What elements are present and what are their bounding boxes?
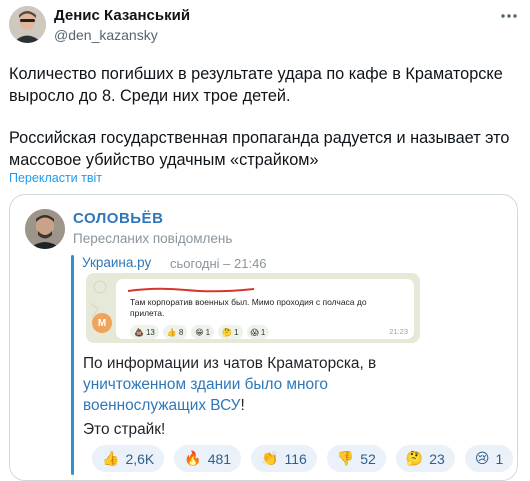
crying-face-icon: 😢 bbox=[474, 450, 490, 466]
reaction-fire: 🔥 481 bbox=[174, 445, 242, 472]
embedded-reaction: 😱 1 bbox=[246, 325, 270, 339]
translate-tweet-link[interactable]: Перекласти твіт bbox=[9, 171, 102, 185]
embedded-reaction: 👍 8 bbox=[162, 325, 188, 339]
author-handle[interactable]: @den_kazansky bbox=[54, 27, 158, 43]
thinking-face-icon: 🤔 bbox=[405, 450, 424, 466]
embedded-screenshot: Там корпоратив военных был. Мимо проходи… bbox=[86, 273, 420, 343]
embedded-reaction: 💩 13 bbox=[130, 325, 159, 339]
embedded-message-bubble: Там корпоратив военных был. Мимо проходи… bbox=[116, 279, 414, 339]
more-horizontal-icon bbox=[501, 14, 517, 18]
embedded-message-text: Там корпоратив военных был. Мимо проходи… bbox=[130, 297, 367, 318]
channel-message-line-2: Это страйк! bbox=[83, 421, 166, 438]
channel-avatar bbox=[25, 209, 65, 249]
channel-name: СОЛОВЬЁВ bbox=[73, 210, 164, 227]
forwarded-label: Пересланих повідомлень bbox=[73, 231, 233, 246]
reaction-thinking: 🤔 23 bbox=[395, 445, 455, 472]
channel-reactions: 👍 2,6K 🔥 481 👏 116 👎 52 🤔 23 😢 1 bbox=[92, 445, 514, 472]
tweet-media-image[interactable]: СОЛОВЬЁВ Пересланих повідомлень Украина.… bbox=[9, 194, 518, 481]
message-highlight-link: уничтоженном здании было много военнослу… bbox=[83, 376, 328, 414]
more-options-button[interactable] bbox=[497, 6, 521, 26]
red-underline-mark bbox=[127, 287, 255, 293]
tweet-text: Количество погибших в результате удара п… bbox=[9, 63, 514, 171]
fire-icon: 🔥 bbox=[184, 450, 202, 466]
embedded-reaction: 😁 1 bbox=[191, 325, 215, 339]
reaction-crying: 😢 1 bbox=[464, 445, 514, 472]
tweet-paragraph-1: Количество погибших в результате удара п… bbox=[9, 65, 503, 105]
clap-icon: 👏 bbox=[261, 450, 279, 466]
author-name[interactable]: Денис Казанський bbox=[54, 7, 190, 24]
tweet-paragraph-2: Российская государственная пропаганда ра… bbox=[9, 129, 510, 169]
thumbs-down-icon: 👎 bbox=[336, 450, 355, 466]
channel-message-text: По информации из чатов Краматорска, в ун… bbox=[83, 355, 377, 414]
embedded-user-avatar: М bbox=[92, 313, 112, 333]
embedded-reaction: 🤔 1 bbox=[218, 325, 243, 339]
source-channel-name: Украина.ру bbox=[82, 255, 152, 270]
forward-quote-bar bbox=[71, 255, 74, 475]
embedded-message-time: 21:23 bbox=[389, 327, 408, 336]
embedded-reactions: 💩 13 👍 8 😁 1 🤔 1 😱 1 bbox=[130, 325, 270, 339]
reaction-clap: 👏 116 bbox=[251, 445, 317, 472]
reaction-thumbs-up: 👍 2,6K bbox=[92, 445, 165, 472]
thumbs-up-icon: 👍 bbox=[102, 450, 120, 466]
reaction-thumbs-down: 👎 52 bbox=[326, 445, 386, 472]
author-avatar[interactable] bbox=[9, 6, 46, 43]
source-time: сьогодні – 21:46 bbox=[170, 256, 267, 271]
